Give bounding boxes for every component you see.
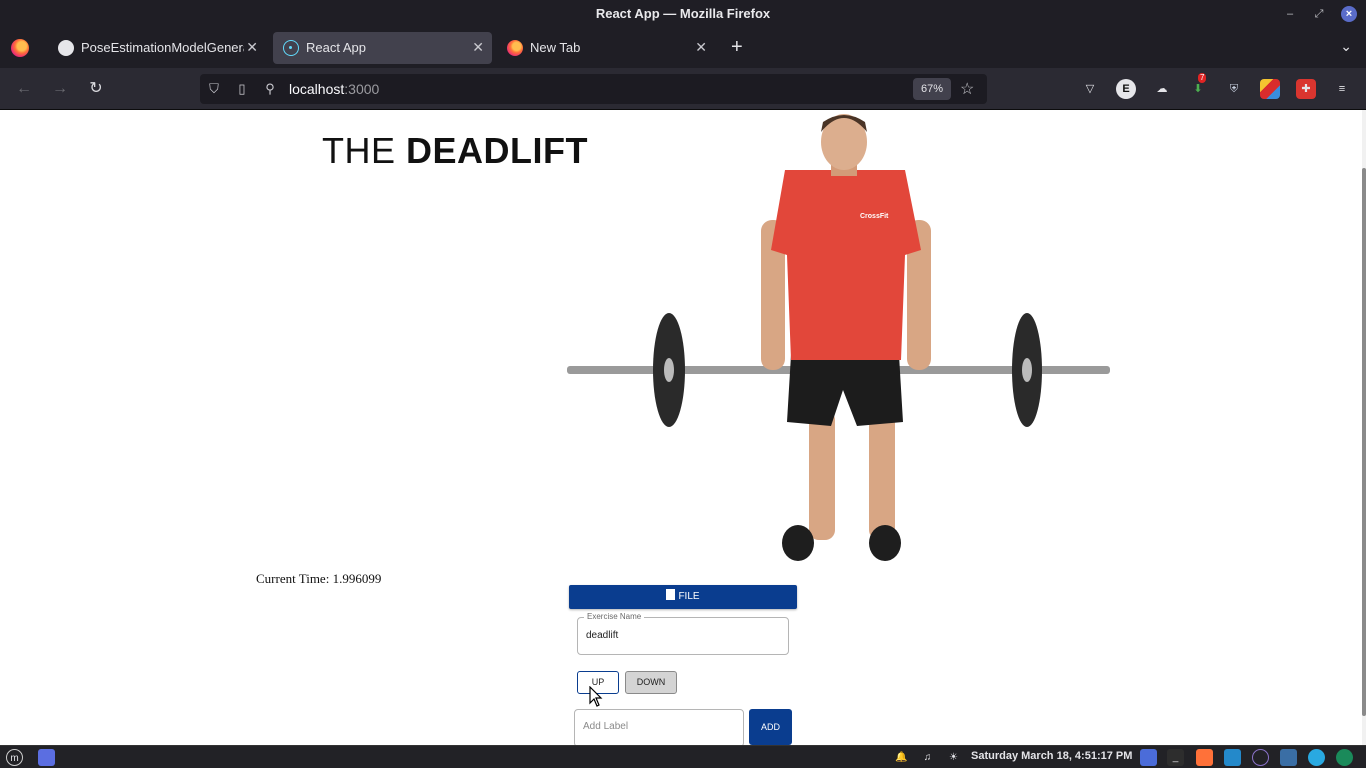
add-label-placeholder: Add Label [583,721,629,732]
new-tab-plus-icon[interactable]: + [731,36,743,59]
hamburger-menu-icon[interactable]: ≡ [1332,79,1352,99]
window-titlebar: React App — Mozilla Firefox – ⤢ × [0,0,1366,28]
tab-react-app[interactable]: React App ✕ [273,32,492,64]
heading-light: THE [322,130,407,171]
reload-icon[interactable]: ↻ [85,78,107,100]
system-taskbar: m 🔔 ♫ ☀ Saturday March 18, 4:51:17 PM _ [0,745,1366,768]
exercise-name-legend: Exercise Name [584,612,645,621]
tab-label: React App [306,40,366,55]
file-upload-button[interactable]: FILE [569,585,797,609]
page-heading: THE DEADLIFT [322,130,588,172]
react-icon [283,40,299,56]
mint-menu-icon[interactable]: m [6,749,23,766]
firefox-icon [507,40,523,56]
shield-icon[interactable]: ⛉ [206,81,222,97]
extension-e-icon[interactable]: E [1116,79,1136,99]
red-shirt [771,170,921,360]
vscode-app-icon[interactable] [1224,749,1241,766]
bookmark-star-icon[interactable]: ☆ [960,79,974,99]
list-all-tabs-chevron-icon[interactable]: ⌄ [1340,38,1352,55]
tor-app-icon[interactable] [1252,749,1269,766]
left-leg [809,410,835,540]
files-app-icon[interactable] [1140,749,1157,766]
pocket-icon[interactable]: ▽ [1080,79,1100,99]
left-shoe [782,525,814,561]
download-extension-icon[interactable]: ⬇ 7 [1188,73,1208,99]
permissions-icon[interactable]: ⚲ [262,81,278,97]
tab-new-tab[interactable]: New Tab ✕ [497,32,715,64]
extension-badge: 7 [1198,73,1207,83]
tab-label: PoseEstimationModelGenerator [81,40,244,55]
close-tab-icon[interactable]: ✕ [472,39,484,56]
url-host: localhost [289,81,345,97]
back-arrow-icon[interactable]: ← [13,78,35,100]
url-bar[interactable]: ⛉ ▯ ⚲ localhost:3000 67% ☆ [200,74,987,104]
file-icon [666,589,676,600]
green-app-icon[interactable] [1336,749,1353,766]
shirt-logo: CrossFit [860,213,889,220]
page-scrollbar-thumb[interactable] [1362,168,1366,716]
right-plate-hub [1022,358,1032,382]
firefox-app-icon[interactable] [1196,749,1213,766]
system-clock[interactable]: Saturday March 18, 4:51:17 PM [971,750,1132,762]
exercise-name-value[interactable]: deadlift [586,630,618,641]
heading-bold: DEADLIFT [406,130,588,171]
github-icon [58,40,74,56]
page-content: THE DEADLIFT CrossFit Current Time: 1.99… [0,110,1362,745]
page-icon[interactable]: ▯ [234,81,250,97]
exercise-name-field[interactable]: Exercise Name deadlift [577,612,789,655]
file-button-label: FILE [678,591,700,602]
brightness-icon[interactable]: ☀ [945,749,962,766]
add-label-button[interactable]: ADD [749,709,792,745]
maximize-icon[interactable]: ⤢ [1311,6,1327,22]
tab-github[interactable]: PoseEstimationModelGenerator ✕ [48,32,266,64]
add-label-input[interactable]: Add Label [574,709,744,745]
tab-strip: PoseEstimationModelGenerator ✕ React App… [0,28,1366,68]
url-port: :3000 [344,81,380,97]
navigation-toolbar: ← → ↻ ⛉ ▯ ⚲ localhost:3000 67% ☆ ▽ E ☁ ⬇… [0,68,1366,110]
cloud-sync-icon[interactable]: ☁ [1152,79,1172,99]
close-tab-icon[interactable]: ✕ [695,39,707,56]
down-toggle-button[interactable]: DOWN [625,671,677,694]
forward-arrow-icon[interactable]: → [49,78,71,100]
shield-extension-icon[interactable]: ⛨ [1224,79,1244,99]
minimize-icon[interactable]: – [1282,6,1298,22]
show-desktop-icon[interactable] [38,749,55,766]
close-window-icon[interactable]: × [1341,6,1357,22]
url-text[interactable]: localhost:3000 [289,81,379,97]
zoom-level[interactable]: 67% [913,78,951,100]
color-extension-icon[interactable] [1260,79,1280,99]
telegram-app-icon[interactable] [1308,749,1325,766]
shorts [787,355,903,426]
mouse-cursor-icon [589,686,603,707]
notification-icon[interactable]: 🔔 [893,749,910,766]
exercise-video[interactable]: CrossFit [565,110,1113,570]
window-title: React App — Mozilla Firefox [595,6,771,21]
tab-label: New Tab [530,40,581,55]
close-tab-icon[interactable]: ✕ [246,39,258,56]
current-time-label: Current Time: 1.996099 [256,571,382,586]
left-plate-hub [664,358,674,382]
music-note-icon[interactable]: ♫ [919,749,936,766]
firefox-menu-icon[interactable] [11,39,29,57]
screenshot-app-icon[interactable] [1280,749,1297,766]
red-extension-icon[interactable]: ✚ [1296,79,1316,99]
right-leg [869,410,895,540]
right-shoe [869,525,901,561]
terminal-app-icon[interactable]: _ [1167,749,1184,766]
